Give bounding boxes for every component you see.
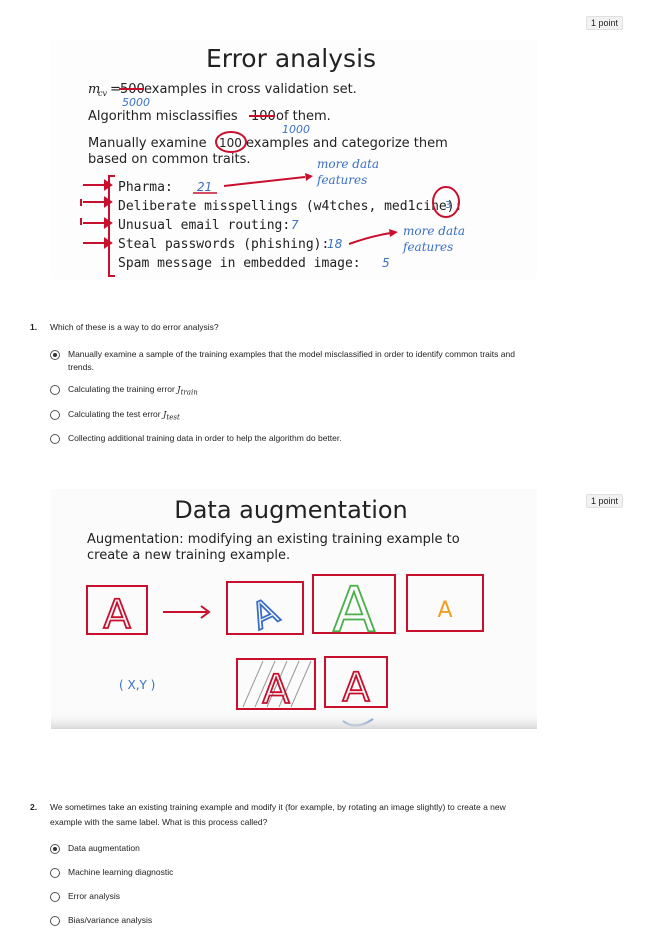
option-label: Manually examine a sample of the trainin…	[68, 349, 515, 372]
option-label: Machine learning diagnostic	[68, 867, 174, 877]
line3-pre: Manually examine	[88, 136, 207, 151]
slide-subtitle-2: create a new training example.	[87, 548, 290, 563]
enlarged-example: A	[312, 572, 396, 647]
rotated-example: A	[226, 581, 304, 639]
options-list: Data augmentation Machine learning diagn…	[50, 842, 528, 936]
option-label: Calculating the training error Jtrain	[68, 384, 198, 397]
line4: based on common traits.	[88, 152, 250, 167]
radio-unselected[interactable]	[50, 385, 60, 395]
radio-unselected[interactable]	[50, 434, 60, 445]
option-ml-diagnostic[interactable]: Machine learning diagnostic	[50, 866, 528, 879]
option-test-error[interactable]: Calculating the test error Jtest	[50, 408, 528, 424]
hand-5000: 5000	[122, 96, 150, 109]
slide-bottom-shadow	[51, 711, 537, 729]
line2-rest: of them.	[276, 109, 331, 124]
radio-selected[interactable]	[50, 350, 60, 360]
radio-unselected[interactable]	[50, 916, 60, 926]
cat-phishing-count: 18	[327, 237, 343, 251]
option-collect-data[interactable]: Collecting additional training data in o…	[50, 432, 528, 445]
cat-embedded-image-count: 5	[382, 256, 390, 270]
cat-email-routing: Unusual email routing:	[118, 218, 290, 233]
letter-a-distorted: A	[262, 667, 290, 713]
line2-pre: Algorithm misclassifies	[88, 109, 238, 124]
note-more-data-2a: more data	[403, 224, 465, 238]
shrunk-example: A	[406, 574, 484, 632]
line1-rest: examples in cross validation set.	[144, 82, 357, 97]
option-manually-examine[interactable]: Manually examine a sample of the trainin…	[50, 348, 528, 374]
xy-label: ( X,Y )	[119, 678, 155, 692]
slide-title: Data augmentation	[174, 496, 408, 524]
phishing-arrow	[348, 232, 392, 245]
data-augmentation-slide: Data augmentation Augmentation: modifyin…	[51, 489, 537, 729]
error-analysis-slide: Error analysis m cv = 500 examples in cr…	[51, 39, 537, 279]
circled-100: 100	[219, 136, 242, 150]
radio-selected[interactable]	[50, 844, 60, 854]
slide-subtitle-1: Augmentation: modifying an existing trai…	[87, 532, 460, 547]
note-more-data-2b: features	[402, 240, 453, 254]
note-more-data-1a: more data	[317, 157, 379, 171]
note-more-data-1b: features	[316, 173, 367, 187]
cat-email-routing-count: 7	[291, 218, 299, 232]
letter-a-shrunk: A	[437, 598, 452, 623]
question-2: 2. We sometimes take an existing trainin…	[30, 800, 590, 950]
question-number: 1.	[30, 322, 38, 332]
option-label: Data augmentation	[68, 843, 140, 853]
letter-a-rotated: A	[245, 591, 285, 639]
cat-misspellings: Deliberate misspellings (w4tches, med1ci…	[118, 199, 462, 214]
mcv-sub: cv	[98, 89, 107, 98]
letter-a-enlarged: A	[333, 573, 375, 646]
radio-unselected[interactable]	[50, 868, 60, 878]
option-label: Error analysis	[68, 891, 120, 901]
category-bracket	[108, 175, 115, 277]
cat-pharma: Pharma:	[118, 180, 173, 195]
distorted-example: A	[236, 658, 316, 714]
points-badge: 1 point	[585, 494, 623, 508]
line3-rest: examples and categorize them	[246, 136, 448, 151]
points-badge: 1 point	[585, 16, 623, 30]
question-prompt: Which of these is a way to do error anal…	[50, 322, 219, 332]
pharma-arrow	[223, 176, 306, 187]
question-prompt: We sometimes take an existing training e…	[50, 802, 506, 827]
option-bias-variance[interactable]: Bias/variance analysis	[50, 914, 528, 927]
cat-pharma-count: 21	[197, 180, 212, 194]
slide-title: Error analysis	[206, 44, 376, 73]
cat-embedded-image: Spam message in embedded image:	[118, 256, 361, 271]
left-arrows	[80, 179, 113, 249]
question-number: 2.	[30, 802, 38, 812]
radio-unselected[interactable]	[50, 409, 60, 420]
data-augmentation-slide-figure: Data augmentation Augmentation: modifyin…	[51, 496, 537, 729]
question-1: 1. Which of these is a way to do error a…	[30, 320, 590, 480]
option-label: Calculating the test error Jtest	[68, 408, 180, 422]
option-data-augmentation[interactable]: Data augmentation	[50, 842, 528, 855]
option-error-analysis[interactable]: Error analysis	[50, 890, 528, 903]
pharma-arrowhead	[305, 173, 313, 181]
phishing-arrowhead	[389, 229, 398, 237]
hand-1000: 1000	[282, 123, 310, 136]
cat-phishing: Steal passwords (phishing):	[118, 237, 329, 252]
original-example: A	[86, 585, 148, 639]
letter-a-original: A	[103, 592, 131, 638]
radio-unselected[interactable]	[50, 892, 60, 902]
error-analysis-slide-figure: Error analysis m cv = 500 examples in cr…	[80, 44, 465, 277]
option-training-error[interactable]: Calculating the training error Jtrain	[50, 383, 528, 399]
options-list: Manually examine a sample of the trainin…	[50, 348, 528, 454]
cat-misspellings-count: 3	[445, 200, 451, 211]
option-label: Bias/variance analysis	[68, 915, 153, 925]
letter-a-mirrored: A	[342, 665, 370, 711]
option-label: Collecting additional training data in o…	[68, 433, 342, 444]
